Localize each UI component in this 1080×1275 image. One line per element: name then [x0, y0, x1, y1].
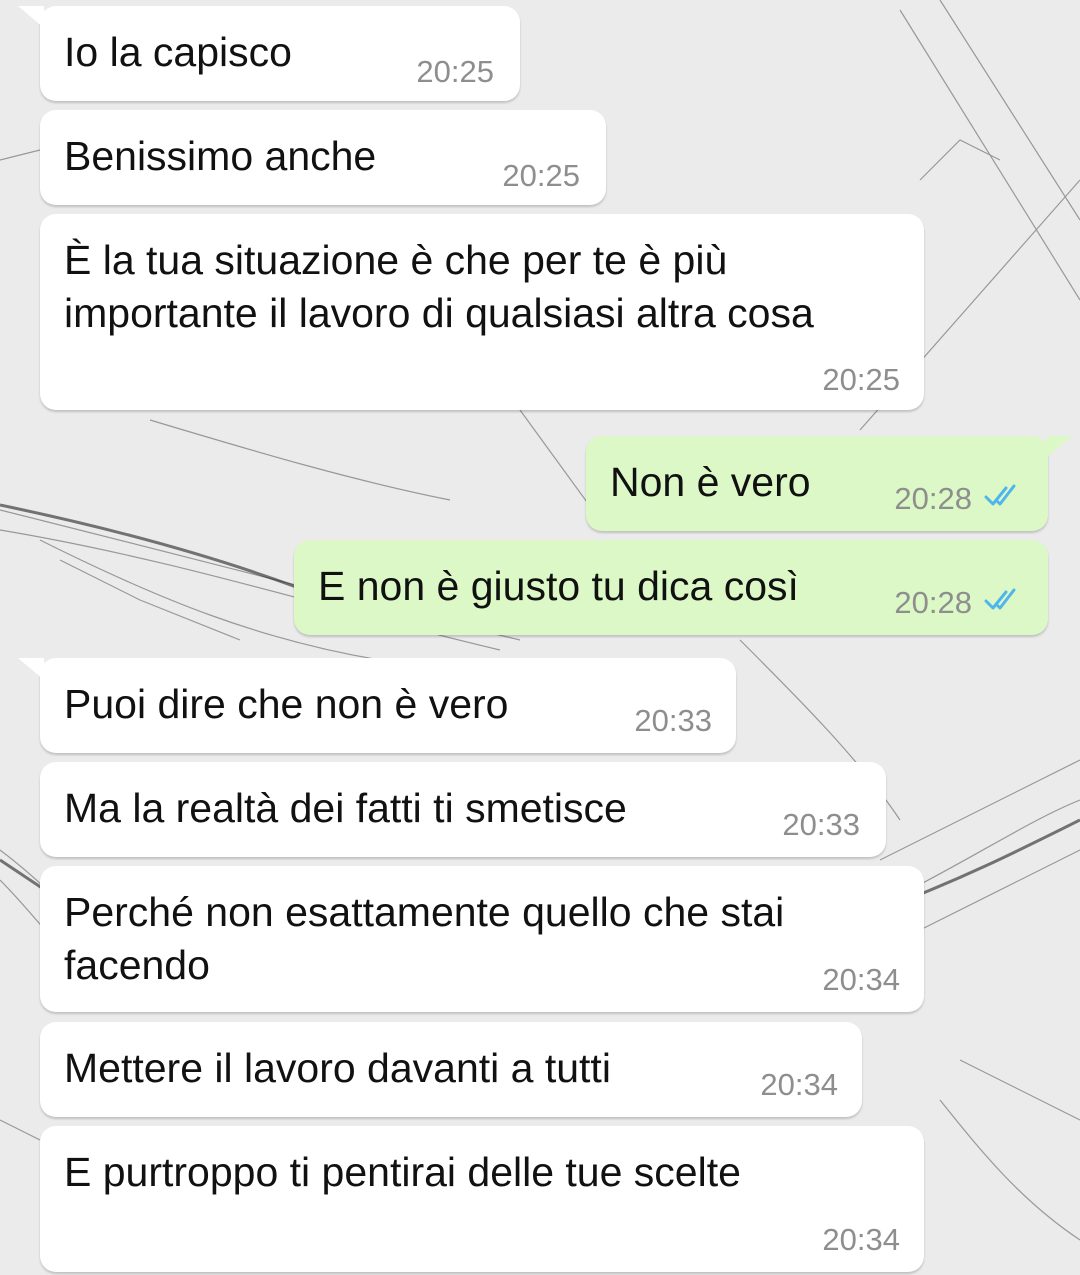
incoming-message-bubble[interactable]: Benissimo anche 20:25 [40, 110, 606, 205]
message-timestamp: 20:25 [416, 54, 494, 89]
incoming-message-bubble[interactable]: E purtroppo ti pentirai delle tue scelte… [40, 1126, 924, 1272]
message-text: E purtroppo ti pentirai delle tue scelte [64, 1149, 741, 1195]
incoming-message-bubble[interactable]: Perché non esattamente quello che stai f… [40, 866, 924, 1012]
message-text: Ma la realtà dei fatti ti smetisce [64, 785, 627, 831]
message-timestamp: 20:34 [760, 1067, 838, 1102]
read-double-check-icon [984, 588, 1016, 610]
message-text: Puoi dire che non è vero [64, 681, 509, 727]
message-text: Non è vero [610, 459, 811, 505]
outgoing-message-bubble[interactable]: Non è vero 20:28 [586, 436, 1048, 531]
message-timestamp: 20:28 [894, 481, 972, 516]
outgoing-message-bubble[interactable]: E non è giusto tu dica così 20:28 [294, 540, 1048, 635]
incoming-message-bubble[interactable]: È la tua situazione è che per te è più i… [40, 214, 924, 410]
message-text: Mettere il lavoro davanti a tutti [64, 1045, 611, 1091]
message-text: Perché non esattamente quello che stai f… [64, 889, 785, 988]
message-timestamp: 20:33 [782, 807, 860, 842]
incoming-message-bubble[interactable]: Ma la realtà dei fatti ti smetisce 20:33 [40, 762, 886, 857]
read-double-check-icon [984, 484, 1016, 506]
bubble-tail [1046, 436, 1072, 458]
bubble-tail [18, 6, 44, 28]
incoming-message-bubble[interactable]: Io la capisco 20:25 [40, 6, 520, 101]
message-timestamp: 20:34 [822, 1222, 900, 1257]
message-text: Io la capisco [64, 29, 292, 75]
message-timestamp: 20:28 [894, 585, 972, 620]
message-timestamp: 20:33 [634, 703, 712, 738]
message-timestamp: 20:25 [822, 362, 900, 397]
message-text: È la tua situazione è che per te è più i… [64, 237, 814, 336]
incoming-message-bubble[interactable]: Puoi dire che non è vero 20:33 [40, 658, 736, 753]
bubble-tail [18, 658, 44, 680]
incoming-message-bubble[interactable]: Mettere il lavoro davanti a tutti 20:34 [40, 1022, 862, 1117]
message-timestamp: 20:25 [502, 158, 580, 193]
message-timestamp: 20:34 [822, 962, 900, 997]
message-text: E non è giusto tu dica così [318, 563, 799, 609]
message-text: Benissimo anche [64, 133, 377, 179]
